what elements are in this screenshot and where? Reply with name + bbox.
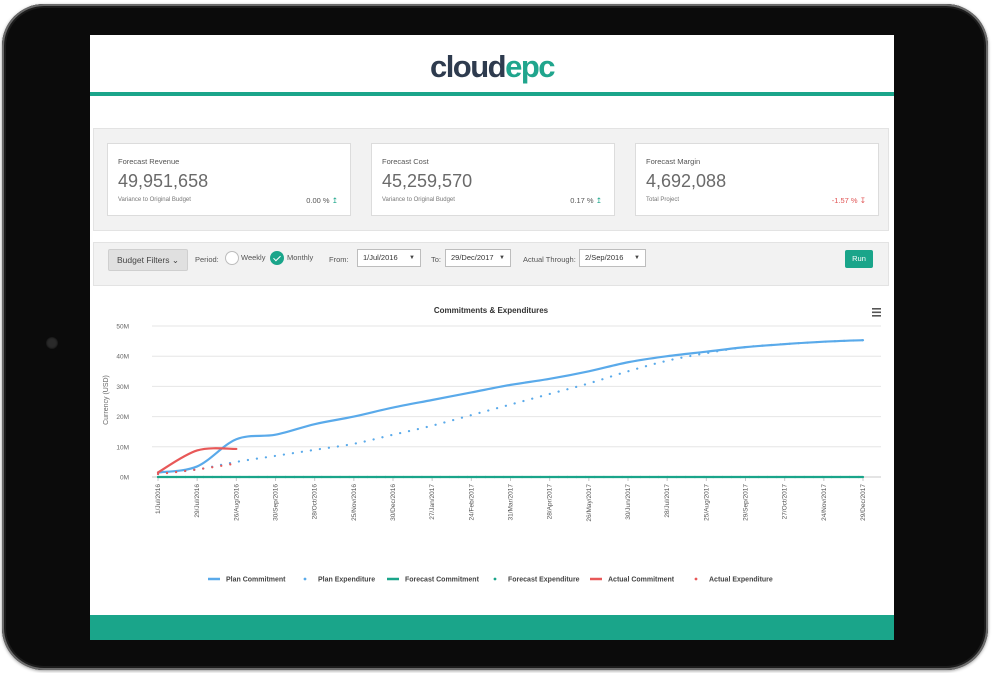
x-tick-label: 28/Jul/2017: [664, 484, 671, 518]
weekly-radio[interactable]: [225, 251, 239, 265]
trend-up-icon: ↥: [331, 196, 338, 205]
y-tick-label: 0M: [120, 475, 129, 482]
x-tick-label: 29/Jul/2016: [194, 484, 201, 518]
x-tick-label: 31/Mar/2017: [508, 484, 515, 521]
kpi-card-forecast-margin: Forecast Margin 4,692,088 Total Project …: [635, 143, 879, 216]
y-tick-label: 30M: [116, 384, 129, 391]
x-tick-label: 1/Jul/2016: [155, 484, 162, 514]
from-date-value: 1/Jul/2016: [363, 253, 398, 262]
commitments-expenditures-chart: Commitments & Expenditures 0M 10M 20M 30M 40…: [103, 306, 881, 584]
y-tick-label: 20M: [116, 414, 129, 421]
legend-label-plan-commitment: Plan Commitment: [226, 577, 286, 584]
kpi-panel: Forecast Revenue 49,951,658 Variance to …: [93, 128, 889, 231]
x-tick-label: 27/Oct/2017: [782, 484, 789, 520]
trend-up-icon: ↥: [595, 196, 602, 205]
kpi-change-value: -1.57 %: [831, 196, 858, 205]
logo-part-epc: epc: [505, 49, 555, 84]
kpi-change: 0.17 % ↥: [570, 196, 602, 205]
kpi-subtitle: Total Project: [646, 197, 680, 203]
kpi-subtitle: Variance to Original Budget: [118, 197, 191, 203]
logo-part-cloud: cloud: [429, 49, 507, 84]
kpi-change-value: 0.00 %: [306, 196, 330, 205]
caret-down-icon: ▼: [499, 255, 505, 261]
run-button[interactable]: Run: [845, 250, 873, 268]
y-tick-label: 50M: [116, 324, 129, 331]
logo[interactable]: cloudepc: [90, 49, 894, 85]
kpi-subtitle: Variance to Original Budget: [382, 197, 455, 203]
x-tick-label: 29/Dec/2017: [860, 484, 867, 521]
series-plan-expenditure: [156, 339, 865, 476]
caret-down-icon: ▼: [409, 255, 415, 261]
app-screen: cloudepc Forecast Revenue 49,951,658 Var…: [90, 35, 894, 640]
y-axis-label: Currency (USD): [103, 375, 110, 425]
actual-through-select[interactable]: 2/Sep/2016 ▼: [579, 249, 646, 267]
legend-label-actual-commitment: Actual Commitment: [608, 577, 675, 584]
kpi-value: 49,951,658: [118, 171, 209, 191]
x-tick-label: 28/Oct/2016: [312, 484, 319, 520]
kpi-change: -1.57 % ↧: [832, 196, 866, 205]
actual-through-value: 2/Sep/2016: [585, 253, 624, 262]
x-tick-label: 24/Feb/2017: [468, 484, 475, 521]
filter-bar: Budget Filters ⌄ Period: Weekly Monthly …: [93, 242, 889, 286]
x-tick-label: 24/Nov/2017: [821, 484, 828, 521]
x-tick-label: 25/Nov/2016: [351, 484, 358, 521]
x-tick-label: 30/Dec/2016: [390, 484, 397, 521]
kpi-change: 0.00 % ↥: [306, 196, 338, 205]
x-tick-label: 30/Sep/2016: [273, 484, 280, 521]
legend-label-forecast-expenditure: Forecast Expenditure: [508, 577, 580, 584]
legend-marker-plan-expenditure: [303, 577, 307, 581]
caret-down-icon: ▼: [634, 255, 640, 261]
legend-label-actual-expenditure: Actual Expenditure: [709, 577, 773, 584]
chart-title: Commitments & Expenditures: [434, 306, 549, 315]
legend-label-plan-expenditure: Plan Expenditure: [318, 577, 375, 584]
kpi-title: Forecast Margin: [646, 157, 701, 166]
x-tick-label: 26/May/2017: [586, 484, 593, 522]
series-plan-commitment: [156, 339, 865, 474]
header: cloudepc: [90, 35, 894, 93]
legend-label-forecast-commitment: Forecast Commitment: [405, 577, 480, 584]
x-tick-label: 25/Aug/2017: [703, 484, 710, 521]
from-label: From:: [329, 255, 349, 264]
to-date-value: 29/Dec/2017: [451, 253, 494, 262]
x-tick-label: 28/Apr/2017: [547, 484, 554, 520]
kpi-card-forecast-revenue: Forecast Revenue 49,951,658 Variance to …: [107, 143, 351, 216]
kpi-title: Forecast Cost: [382, 157, 429, 166]
trend-down-icon: ↧: [859, 196, 866, 205]
x-tick-label: 26/Aug/2016: [233, 484, 240, 521]
to-label: To:: [431, 255, 442, 264]
camera-icon: [46, 337, 58, 349]
actual-through-label: Actual Through:: [523, 255, 576, 264]
y-tick-label: 40M: [116, 354, 129, 361]
x-tick-label: 29/Sep/2017: [743, 484, 750, 521]
chart-menu-icon[interactable]: [872, 308, 881, 317]
to-date-select[interactable]: 29/Dec/2017 ▼: [445, 249, 511, 267]
x-tick-label: 30/Jun/2017: [625, 484, 632, 520]
series-actual-commitment: [156, 447, 238, 474]
period-label: Period:: [195, 255, 219, 264]
x-tick-label: 27/Jan/2017: [429, 484, 436, 520]
kpi-change-value: 0.17 %: [570, 196, 594, 205]
budget-filters-button[interactable]: Budget Filters ⌄: [108, 249, 188, 271]
y-tick-label: 10M: [116, 444, 129, 451]
kpi-value: 45,259,570: [382, 171, 473, 191]
from-date-select[interactable]: 1/Jul/2016 ▼: [357, 249, 421, 267]
kpi-title: Forecast Revenue: [118, 157, 180, 166]
legend-marker-actual-expenditure: [694, 577, 698, 581]
chevron-down-icon: ⌄: [171, 255, 179, 265]
footer-bar: [90, 615, 894, 640]
legend-marker-forecast-expenditure: [493, 577, 497, 581]
monthly-radio[interactable]: [270, 251, 284, 265]
kpi-card-forecast-cost: Forecast Cost 45,259,570 Variance to Ori…: [371, 143, 615, 216]
header-divider: [90, 92, 894, 96]
kpi-value: 4,692,088: [646, 171, 727, 191]
monthly-label: Monthly: [287, 253, 314, 262]
budget-filters-label: Budget Filters: [117, 255, 170, 265]
weekly-label: Weekly: [241, 253, 266, 262]
